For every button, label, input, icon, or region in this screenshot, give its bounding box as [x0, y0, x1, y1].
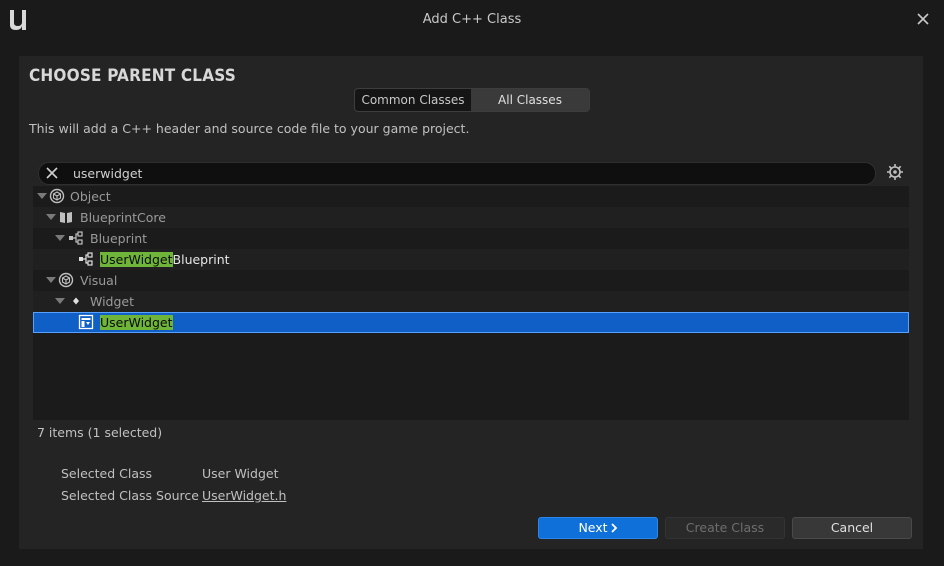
- description-text: This will add a C++ header and source co…: [29, 121, 470, 136]
- selected-class-value: User Widget: [202, 466, 279, 481]
- object-icon: [49, 188, 65, 204]
- cancel-button[interactable]: Cancel: [792, 517, 912, 539]
- tree-row-label: Blueprint: [90, 231, 148, 246]
- tree-row-userwidgetblueprint[interactable]: UserWidgetBlueprint: [33, 249, 909, 270]
- tree-row-label: Object: [70, 189, 111, 204]
- tab-all-classes[interactable]: All Classes: [471, 89, 589, 111]
- create-class-button[interactable]: Create Class: [665, 517, 785, 539]
- gear-icon[interactable]: [886, 163, 904, 181]
- tree-row-label: BlueprintCore: [80, 210, 166, 225]
- book-icon: [60, 212, 72, 223]
- expand-arrow-icon[interactable]: [37, 193, 47, 199]
- next-button-label: Next: [578, 520, 608, 535]
- selected-source-label: Selected Class Source: [61, 488, 199, 503]
- blueprint-icon: [79, 252, 93, 266]
- window-title: Add C++ Class: [422, 12, 522, 27]
- close-icon[interactable]: [916, 12, 930, 26]
- tree-row-label: Widget: [90, 294, 135, 309]
- class-filter-toggle: Common Classes All Classes: [354, 88, 590, 112]
- tree-row-userwidget[interactable]: UserWidget: [33, 312, 909, 333]
- tree-row-label: UserWidgetBlueprint: [100, 252, 230, 267]
- next-button[interactable]: Next: [538, 517, 658, 539]
- tree-row-blueprintcore[interactable]: BlueprintCore: [33, 207, 909, 228]
- title-bar: Add C++ Class: [0, 0, 944, 40]
- search-match-highlight: UserWidget: [100, 315, 173, 330]
- expand-arrow-icon[interactable]: [46, 214, 56, 220]
- clear-search-icon[interactable]: [45, 166, 59, 180]
- tree-row-object[interactable]: Object: [33, 186, 909, 207]
- tree-row-label: UserWidget: [100, 315, 173, 330]
- tab-common-classes[interactable]: Common Classes: [355, 89, 471, 111]
- expand-arrow-icon[interactable]: [55, 235, 65, 241]
- item-count: 7 items (1 selected): [37, 425, 163, 440]
- tree-row-blueprint[interactable]: Blueprint: [33, 228, 909, 249]
- search-match-highlight: UserWidget: [100, 252, 173, 267]
- page-title: CHOOSE PARENT CLASS: [29, 66, 236, 86]
- expand-arrow-icon[interactable]: [55, 298, 65, 304]
- selected-source-link[interactable]: UserWidget.h: [202, 488, 286, 503]
- tree-row-widget[interactable]: Widget: [33, 291, 909, 312]
- diamond-icon: [73, 297, 79, 305]
- tree-row-label-rest: Blueprint: [172, 252, 230, 267]
- search-box: [38, 162, 876, 185]
- search-input[interactable]: [73, 164, 853, 183]
- class-tree: Object BlueprintCore Blueprint UserWidge…: [33, 186, 909, 420]
- chevron-right-icon: [610, 523, 617, 533]
- object-icon: [58, 272, 74, 288]
- tree-row-visual[interactable]: Visual: [33, 270, 909, 291]
- selected-class-label: Selected Class: [61, 466, 153, 481]
- expand-arrow-icon[interactable]: [46, 277, 56, 283]
- dialog-panel: CHOOSE PARENT CLASS Common Classes All C…: [19, 56, 923, 549]
- user-widget-icon: [78, 314, 94, 330]
- blueprint-icon: [69, 231, 83, 245]
- tree-row-label: Visual: [80, 273, 118, 288]
